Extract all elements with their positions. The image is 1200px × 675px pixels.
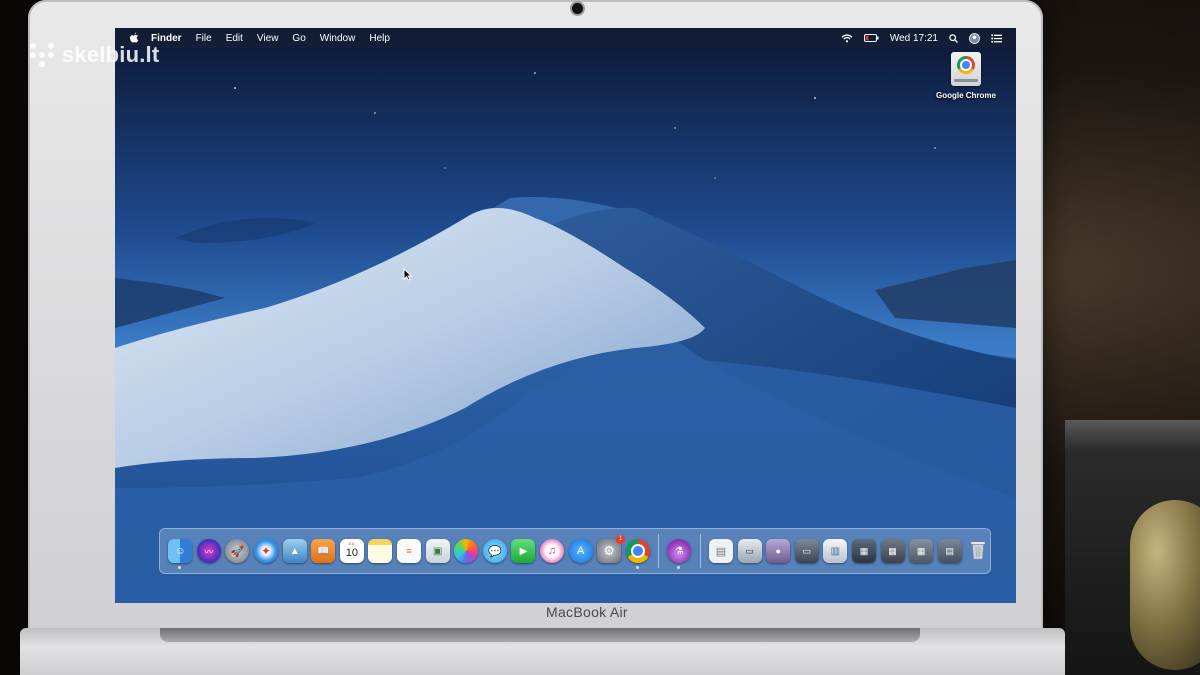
desktop-wallpaper bbox=[115, 28, 1016, 603]
dock-preview[interactable]: ▣ bbox=[425, 539, 450, 563]
dock-photos[interactable] bbox=[454, 539, 479, 563]
menu-bar: Finder File Edit View Go Window Help Wed… bbox=[115, 28, 1016, 48]
launchpad-icon: 🚀 bbox=[230, 545, 245, 558]
window-icon: ▦ bbox=[888, 545, 897, 556]
dock-image-viewer[interactable]: ▲ bbox=[282, 539, 307, 563]
watermark-logo-icon bbox=[30, 43, 54, 67]
dock-downloads[interactable]: ▤ bbox=[937, 539, 962, 563]
dock-safari[interactable]: ✦ bbox=[254, 539, 279, 563]
computer-mouse bbox=[1130, 500, 1200, 670]
dock-system-preferences[interactable]: ⚙ 1 bbox=[597, 535, 626, 563]
screenshot-icon: ▭ bbox=[745, 545, 754, 556]
messages-icon: 💬 bbox=[487, 545, 502, 558]
chrome-drive-icon bbox=[951, 52, 981, 86]
dock-screenshot-2[interactable]: ● bbox=[766, 539, 791, 563]
chrome-icon bbox=[632, 546, 643, 556]
dock-messages[interactable]: 💬 bbox=[482, 539, 507, 563]
downloads-folder-icon: ▤ bbox=[945, 545, 954, 556]
image-icon: ▲ bbox=[289, 545, 300, 557]
keyboard-edge bbox=[160, 628, 920, 642]
webcam bbox=[572, 3, 583, 14]
music-icon: ♫ bbox=[547, 545, 557, 557]
window-icon: ▦ bbox=[916, 545, 926, 556]
books-icon: 📖 bbox=[317, 545, 330, 557]
running-indicator bbox=[178, 566, 182, 569]
menu-edit[interactable]: Edit bbox=[226, 33, 243, 44]
calendar-day: 10 bbox=[345, 547, 358, 559]
window-icon: ▦ bbox=[859, 545, 869, 556]
dock-screenshot-1[interactable]: ▭ bbox=[737, 539, 762, 563]
reminders-icon: ≡ bbox=[406, 546, 412, 556]
dock-notes[interactable] bbox=[368, 539, 393, 563]
finder-icon: ☺ bbox=[175, 545, 186, 557]
running-indicator bbox=[677, 566, 681, 569]
file-icon: ▥ bbox=[830, 545, 841, 557]
user-account-icon[interactable] bbox=[969, 32, 980, 44]
flask-icon: ⚗ bbox=[674, 545, 684, 557]
dock-separator bbox=[658, 534, 660, 568]
facetime-icon: ▶ bbox=[519, 545, 528, 557]
dock-window-2[interactable]: ▦ bbox=[880, 539, 905, 563]
laptop-bezel: Finder File Edit View Go Window Help Wed… bbox=[28, 0, 1043, 675]
desktop-icon-label: Google Chrome bbox=[935, 91, 996, 100]
dock-trash[interactable] bbox=[966, 539, 990, 563]
screenshot-icon: ▭ bbox=[802, 545, 812, 556]
calendar-month: JUL bbox=[348, 541, 356, 546]
menu-window[interactable]: Window bbox=[320, 33, 356, 44]
dock-facetime[interactable]: ▶ bbox=[511, 539, 536, 563]
mac-screen: Finder File Edit View Go Window Help Wed… bbox=[115, 28, 1016, 603]
site-watermark: skelbiu.lt bbox=[30, 42, 159, 68]
dock-file-1[interactable]: ▥ bbox=[823, 539, 848, 563]
dock-books[interactable]: 📖 bbox=[311, 539, 336, 563]
menu-go[interactable]: Go bbox=[292, 33, 305, 44]
dock-document[interactable]: ▤ bbox=[708, 539, 733, 563]
notification-center-icon[interactable] bbox=[991, 33, 1002, 43]
safari-icon: ✦ bbox=[261, 544, 272, 558]
laptop-hinge bbox=[20, 628, 1065, 675]
menu-view[interactable]: View bbox=[257, 33, 279, 44]
dock-finder[interactable]: ☺ bbox=[168, 539, 193, 569]
preview-icon: ▣ bbox=[432, 545, 443, 557]
dock-window-1[interactable]: ▦ bbox=[851, 539, 876, 563]
running-indicator bbox=[635, 566, 639, 569]
screenshot-icon: ● bbox=[775, 546, 781, 556]
spotlight-search-icon[interactable] bbox=[949, 33, 958, 43]
dock-window-3[interactable]: ▦ bbox=[909, 539, 934, 563]
mouse-pointer-icon bbox=[403, 268, 412, 281]
desktop-icon-google-chrome[interactable]: Google Chrome bbox=[934, 52, 998, 100]
gear-icon: ⚙ bbox=[603, 543, 616, 558]
app-store-icon: A bbox=[576, 545, 585, 557]
notification-badge: 1 bbox=[616, 535, 626, 544]
dock-reminders[interactable]: ≡ bbox=[397, 539, 422, 563]
dock-app-store[interactable]: A bbox=[568, 539, 593, 563]
menu-help[interactable]: Help bbox=[369, 33, 390, 44]
dock-launchpad[interactable]: 🚀 bbox=[225, 539, 250, 563]
dock-separator bbox=[699, 534, 701, 568]
trash-icon bbox=[970, 540, 986, 563]
status-area: Wed 17:21 bbox=[841, 28, 1002, 48]
dock-calendar[interactable]: JUL 10 bbox=[339, 539, 364, 563]
wifi-icon[interactable] bbox=[841, 33, 853, 43]
dock-siri[interactable]: 〰 bbox=[196, 539, 221, 563]
dock-itunes[interactable]: ♫ bbox=[540, 539, 565, 563]
watermark-text: skelbiu.lt bbox=[62, 42, 160, 67]
menubar-clock[interactable]: Wed 17:21 bbox=[890, 33, 938, 44]
menu-file[interactable]: File bbox=[196, 33, 212, 44]
macbook-air-label: MacBook Air bbox=[546, 604, 628, 620]
siri-icon: 〰 bbox=[204, 546, 214, 557]
dock-screenshot-3[interactable]: ▭ bbox=[794, 539, 819, 563]
dock-chrome[interactable] bbox=[625, 539, 650, 569]
battery-icon[interactable] bbox=[863, 34, 879, 42]
document-icon: ▤ bbox=[715, 545, 727, 558]
dock-potion-app[interactable]: ⚗ bbox=[667, 539, 692, 569]
dock: ☺ 〰 🚀 ✦ ▲ 📖 JUL 10 ≡ ▣ 💬 ▶ ♫ A ⚙ 1 ⚗ ▤ ▭… bbox=[159, 528, 991, 574]
